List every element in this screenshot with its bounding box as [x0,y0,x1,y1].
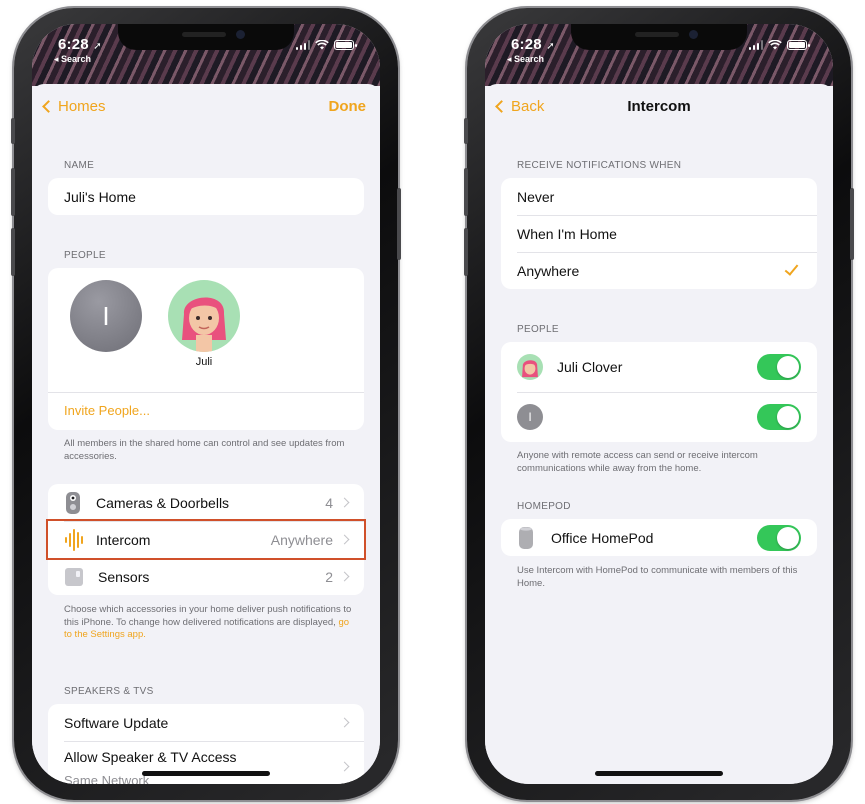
status-icons [295,40,357,50]
speakers-section-label: SPEAKERS & TVS [64,686,154,697]
volume-down-button [11,228,15,276]
left-screen: 6:28 ➚ ◂ Search Homes Done NAME Juli's H… [32,24,380,784]
receive-options-card: Never When I'm Home Anywhere [501,178,817,289]
homepod-intercom-toggle[interactable] [757,524,801,551]
status-time: 6:28 ➚ [58,36,102,53]
status-back-to-search[interactable]: ◂ Search [507,54,544,65]
people-section-label: PEOPLE [517,324,559,335]
option-never[interactable]: Never [501,178,817,215]
homepod-footnote: Use Intercom with HomePod to communicate… [517,565,798,589]
home-name-field[interactable]: Juli's Home [48,178,364,215]
juli-avatar [517,354,543,380]
member-i-intercom-toggle[interactable] [757,404,801,430]
chevron-right-icon [339,571,350,582]
wifi-icon [315,40,329,50]
power-button [397,188,401,260]
invite-people-link[interactable]: Invite People... [64,403,150,418]
navbar: Back Intercom [485,84,833,130]
name-section-label: NAME [64,160,95,171]
notifications-footnote: Choose which accessories in your home de… [64,604,352,640]
option-when-home[interactable]: When I'm Home [501,215,817,252]
side-button [464,118,468,144]
people-section-label: PEOPLE [64,250,106,261]
volume-up-button [11,168,15,216]
chevron-right-icon [339,497,350,508]
power-button [850,188,854,260]
side-button [11,118,15,144]
option-anywhere[interactable]: Anywhere [501,252,817,289]
status-time: 6:28 ➚ [511,36,555,53]
memoji-icon [182,297,226,352]
juli-intercom-toggle[interactable] [757,354,801,380]
notch [118,24,294,50]
done-button[interactable]: Done [329,98,367,115]
member-avatar-i[interactable]: I [70,280,142,352]
location-arrow-icon: ➚ [93,41,102,52]
volume-up-button [464,168,468,216]
homepod-card: Office HomePod [501,519,817,556]
chevron-left-icon [42,100,55,113]
left-phone-frame: 6:28 ➚ ◂ Search Homes Done NAME Juli's H… [11,8,401,800]
home-name-value[interactable]: Juli's Home [48,178,364,215]
speaker-tv-access-row[interactable]: Allow Speaker & TV Access Same Network [48,741,364,784]
member-avatar-juli[interactable] [168,280,240,352]
member-i-avatar: I [517,404,543,430]
volume-down-button [464,228,468,276]
page-title: Intercom [627,98,691,115]
sensors-row[interactable]: Sensors 2 [48,558,364,595]
navbar: Homes Done [32,84,380,130]
battery-icon [787,40,810,50]
chevron-right-icon [339,717,350,728]
homepod-row: Office HomePod [501,519,817,556]
receive-section-label: RECEIVE NOTIFICATIONS WHEN [517,160,682,171]
intercom-settings-sheet: Back Intercom RECEIVE NOTIFICATIONS WHEN… [485,84,833,784]
chevron-right-icon [339,761,350,772]
homepod-icon [519,526,533,549]
cellular-signal-icon [748,40,763,50]
status-back-to-search[interactable]: ◂ Search [54,54,91,65]
home-settings-sheet: Homes Done NAME Juli's Home PEOPLE I Jul… [32,84,380,784]
notch [571,24,747,50]
checkmark-icon [784,261,799,276]
battery-icon [334,40,357,50]
member-name-juli: Juli [195,356,213,368]
homes-back-button[interactable]: Homes [42,98,106,115]
avatar-initial: I [102,300,110,331]
homepod-section-label: HOMEPOD [517,501,571,512]
memoji-icon [522,360,538,378]
people-footnote: Anyone with remote access can send or re… [517,450,758,474]
right-screen: 6:28 ➚ ◂ Search Back Intercom RECEIVE NO… [485,24,833,784]
cameras-count: 4 [325,495,350,511]
camera-doorbell-icon [66,491,80,514]
intercom-highlight-box [46,519,366,560]
people-toggle-card: Juli Clover I [501,342,817,442]
cellular-signal-icon [295,40,310,50]
status-icons [748,40,810,50]
people-footnote: All members in the shared home can contr… [64,438,345,462]
software-update-row[interactable]: Software Update [48,704,364,741]
right-phone-frame: 6:28 ➚ ◂ Search Back Intercom RECEIVE NO… [464,8,854,800]
people-card: I Juli Invite People... [48,268,364,430]
sensor-icon [65,567,83,586]
home-indicator[interactable] [142,771,270,776]
person-row-i: I [501,392,817,442]
people-divider [48,392,364,393]
sensors-count: 2 [325,569,350,585]
person-row-juli: Juli Clover [501,342,817,392]
home-indicator[interactable] [595,771,723,776]
cameras-doorbells-row[interactable]: Cameras & Doorbells 4 [48,484,364,521]
wifi-icon [768,40,782,50]
location-arrow-icon: ➚ [546,41,555,52]
